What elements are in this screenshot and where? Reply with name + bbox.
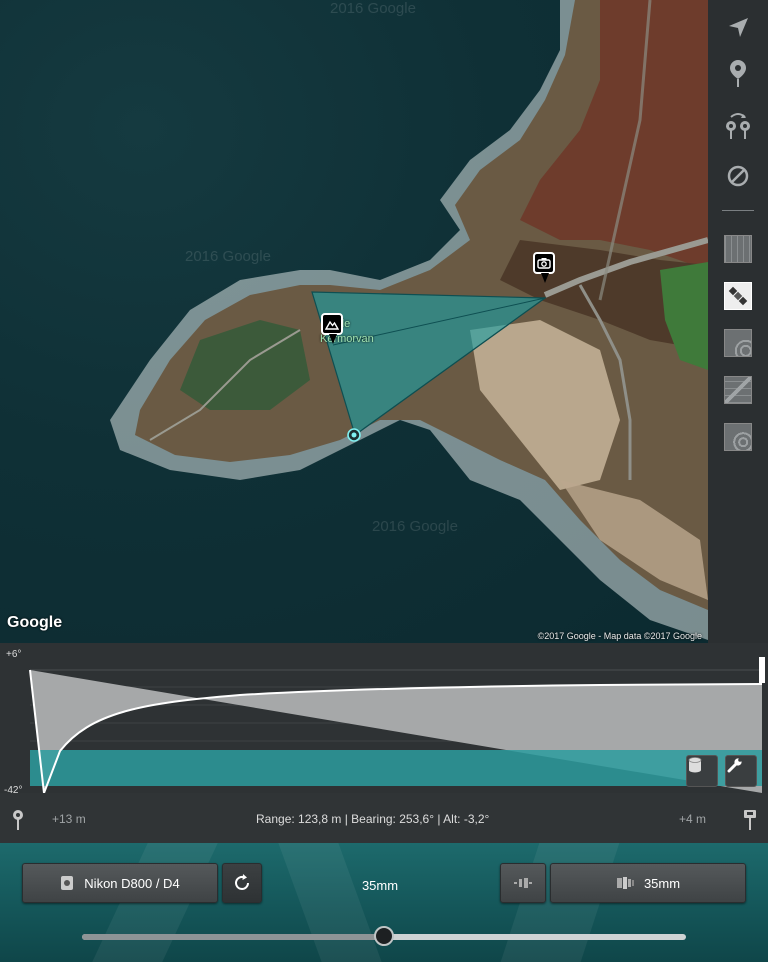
view-cone xyxy=(311,291,547,436)
terrain-icon xyxy=(724,329,752,357)
lens-select-label: 35mm xyxy=(643,875,681,891)
location-arrow-icon xyxy=(729,18,748,37)
topo-button[interactable] xyxy=(722,421,754,453)
target-circle-icon[interactable] xyxy=(346,427,362,443)
satellite-button[interactable] xyxy=(722,280,754,312)
camera-select-button[interactable]: Nikon D800 / D4 xyxy=(22,863,218,903)
lens-select-button[interactable]: 35mm xyxy=(550,863,746,903)
time-slider[interactable] xyxy=(82,926,686,946)
location-arrow-button[interactable] xyxy=(722,12,754,44)
end-distance: +4 m xyxy=(679,812,707,826)
map-toolbar xyxy=(708,0,768,643)
background-ray xyxy=(278,843,382,962)
map-credit: ©2017 Google - Map data ©2017 Google xyxy=(537,631,702,641)
camera-body-icon xyxy=(61,876,74,890)
camera-icon xyxy=(537,258,551,269)
info-bar: +13 m Range: 123,8 m | Bearing: 253,6° |… xyxy=(0,793,768,843)
no-entry-button[interactable] xyxy=(722,160,754,192)
camera-marker[interactable] xyxy=(533,252,555,283)
end-pin-icon[interactable] xyxy=(743,809,757,831)
time-slider-thumb[interactable] xyxy=(374,926,394,946)
pin-icon xyxy=(730,60,746,87)
toolbar-divider xyxy=(722,210,754,211)
no-entry-icon xyxy=(727,165,749,187)
rotate-button[interactable] xyxy=(222,863,262,903)
profile-max-label: +6° xyxy=(6,649,22,660)
topo-icon xyxy=(724,423,752,451)
elevation-profile[interactable]: +6° -42° xyxy=(0,643,768,796)
zoom-lens-button[interactable] xyxy=(500,863,546,903)
swap-pins-icon xyxy=(726,113,750,139)
swap-pins-button[interactable] xyxy=(722,110,754,142)
layers-button[interactable] xyxy=(686,755,718,787)
google-logo: Google xyxy=(7,614,63,631)
hybrid-icon xyxy=(724,376,752,404)
lens-icon xyxy=(616,877,634,889)
lens-short-icon xyxy=(514,878,532,888)
terrain-button[interactable] xyxy=(722,327,754,359)
satellite-icon xyxy=(724,282,752,310)
range-bearing-summary: Range: 123,8 m | Bearing: 253,6° | Alt: … xyxy=(256,812,490,826)
grid-overlay-button[interactable] xyxy=(722,233,754,265)
focal-length-display: 35mm xyxy=(361,878,399,893)
time-slider-fill xyxy=(82,934,384,940)
hybrid-button[interactable] xyxy=(722,374,754,406)
camera-select-label: Nikon D800 / D4 xyxy=(84,875,180,891)
rotate-icon xyxy=(235,874,249,890)
grid-overlay-icon xyxy=(724,235,752,263)
start-distance: +13 m xyxy=(52,812,86,826)
satellite-map[interactable]: 2016 Google 2016 Google 2016 Google de K… xyxy=(0,0,708,643)
mountain-icon xyxy=(325,320,339,330)
start-pin-icon[interactable] xyxy=(11,809,25,831)
wrench-icon xyxy=(727,758,742,773)
profile-graph xyxy=(29,657,765,793)
settings-button[interactable] xyxy=(725,755,757,787)
subject-marker[interactable] xyxy=(321,313,343,344)
cylinder-icon xyxy=(688,757,702,773)
pin-button[interactable] xyxy=(722,58,754,90)
